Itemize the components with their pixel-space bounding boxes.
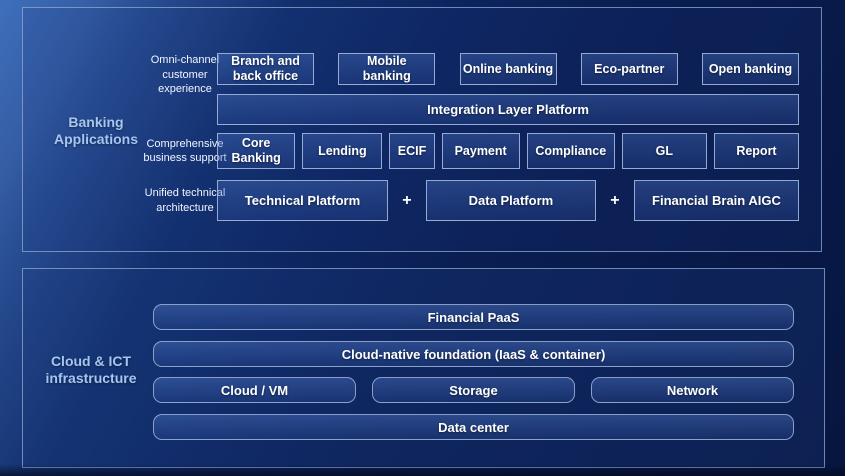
paas-row: Financial PaaS <box>153 304 794 330</box>
box-data-platform: Data Platform <box>426 180 596 221</box>
box-online-banking: Online banking <box>460 53 557 85</box>
resources-row: Cloud / VM Storage Network <box>153 377 794 403</box>
box-gl: GL <box>622 133 707 169</box>
box-core-banking: Core Banking <box>217 133 295 169</box>
box-report: Report <box>714 133 799 169</box>
box-lending: Lending <box>302 133 382 169</box>
box-financial-brain-aigc: Financial Brain AIGC <box>634 180 799 221</box>
box-storage: Storage <box>372 377 575 403</box>
cloud-ict-label: Cloud & ICT infrastructure <box>31 353 151 387</box>
platform-row: Technical Platform + Data Platform + Fin… <box>217 180 799 221</box>
box-mobile-banking: Mobile banking <box>338 53 435 85</box>
box-open-banking: Open banking <box>702 53 799 85</box>
channel-row: Branch and back office Mobile banking On… <box>217 53 799 85</box>
box-cloud-native-foundation: Cloud-native foundation (IaaS & containe… <box>153 341 794 367</box>
foundation-row: Cloud-native foundation (IaaS & containe… <box>153 341 794 367</box>
architecture-diagram: Banking Applications Omni-channel custom… <box>0 0 845 476</box>
box-data-center: Data center <box>153 414 794 440</box>
box-network: Network <box>591 377 794 403</box>
business-support-row: Core Banking Lending ECIF Payment Compli… <box>217 133 799 169</box>
box-ecif: ECIF <box>389 133 434 169</box>
cloud-ict-panel: Cloud & ICT infrastructure Financial Paa… <box>22 268 825 468</box>
plus-separator: + <box>388 180 426 221</box>
box-integration-layer-platform: Integration Layer Platform <box>217 94 799 125</box>
box-compliance: Compliance <box>527 133 615 169</box>
box-payment: Payment <box>442 133 520 169</box>
box-technical-platform: Technical Platform <box>217 180 388 221</box>
box-financial-paas: Financial PaaS <box>153 304 794 330</box>
box-branch-back-office: Branch and back office <box>217 53 314 85</box>
box-eco-partner: Eco-partner <box>581 53 678 85</box>
box-cloud-vm: Cloud / VM <box>153 377 356 403</box>
banking-applications-panel: Banking Applications Omni-channel custom… <box>22 7 822 252</box>
integration-row: Integration Layer Platform <box>217 94 799 125</box>
datacenter-row: Data center <box>153 414 794 440</box>
plus-separator: + <box>596 180 634 221</box>
